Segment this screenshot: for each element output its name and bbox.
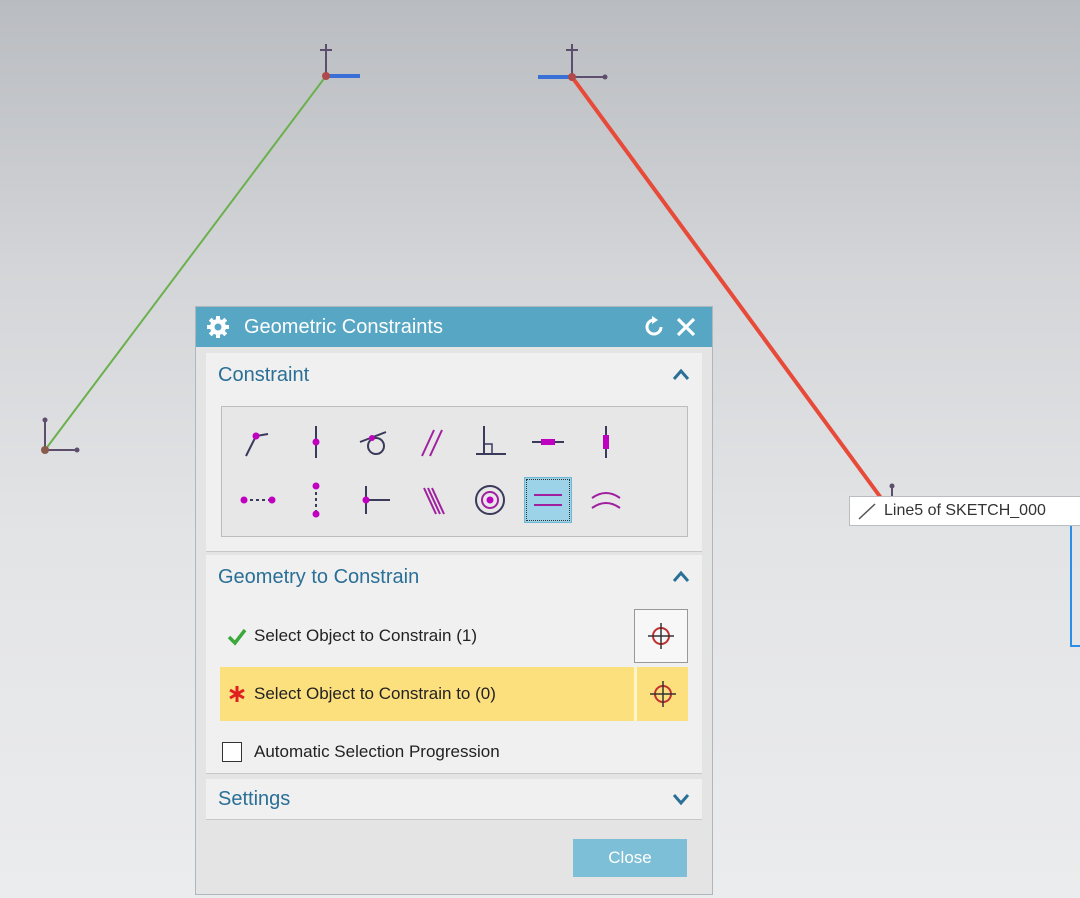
dialog-title: Geometric Constraints [244, 315, 443, 338]
select-target-label: Select Object to Constrain to (0) [254, 684, 496, 703]
gear-icon [206, 315, 230, 339]
midpoint-icon[interactable] [350, 477, 398, 523]
geometry-section-header[interactable]: Geometry to Constrain [206, 555, 702, 599]
checkmark-icon [220, 626, 254, 646]
asterisk-icon [220, 684, 254, 704]
tooltip-text: Line5 of SKETCH_000 [884, 502, 1046, 519]
auto-progression-label: Automatic Selection Progression [254, 742, 500, 761]
chevron-up-icon[interactable] [672, 568, 690, 586]
select-target-button[interactable] [634, 667, 688, 721]
settings-section-header[interactable]: Settings [206, 779, 702, 819]
crosshair-icon [648, 623, 674, 649]
parallel-icon[interactable] [408, 419, 456, 465]
constraint-section-header[interactable]: Constraint [206, 353, 702, 397]
close-icon[interactable] [674, 315, 698, 339]
collinear-icon[interactable] [408, 477, 456, 523]
chevron-up-icon[interactable] [672, 366, 690, 384]
geometry-section-label: Geometry to Constrain [218, 565, 420, 588]
selected-geometry-edge [1070, 525, 1080, 647]
tangent-icon[interactable] [350, 419, 398, 465]
line-icon [858, 503, 876, 520]
constraint-section-label: Constraint [218, 363, 310, 386]
geometric-constraints-dialog: Geometric Constraints Constraint Geometr… [195, 306, 713, 895]
select-target-row[interactable]: Select Object to Constrain to (0) [220, 667, 688, 721]
close-button[interactable]: Close [573, 839, 687, 877]
endpoint-triad-2 [538, 44, 608, 81]
concentric-icon[interactable] [466, 477, 514, 523]
equal-length-icon[interactable] [524, 477, 572, 523]
select-object-row[interactable]: Select Object to Constrain (1) [220, 609, 688, 663]
selection-tooltip: Line5 of SKETCH_000 [849, 496, 1080, 526]
endpoint-triad-3 [41, 417, 80, 454]
endpoint-triad-1 [320, 44, 360, 80]
auto-progression-checkbox[interactable] [222, 742, 242, 762]
auto-progression-row: Automatic Selection Progression [220, 740, 500, 764]
settings-section-label: Settings [218, 787, 291, 810]
select-object-target-button[interactable] [634, 609, 688, 663]
chevron-down-icon[interactable] [672, 790, 690, 808]
settings-section: Settings [206, 779, 702, 820]
crosshair-icon [649, 681, 676, 707]
reset-icon[interactable] [642, 315, 666, 339]
constraint-section: Constraint [206, 353, 702, 552]
equal-radius-icon[interactable] [582, 477, 630, 523]
vertical-icon[interactable] [582, 419, 630, 465]
point-on-curve-icon[interactable] [292, 419, 340, 465]
horizontal-icon[interactable] [524, 419, 572, 465]
select-object-label: Select Object to Constrain (1) [254, 626, 477, 645]
coincident-icon[interactable] [234, 419, 282, 465]
dialog-titlebar[interactable]: Geometric Constraints [196, 307, 712, 347]
geometry-section: Geometry to Constrain Select Object to C… [206, 555, 702, 774]
constraint-palette [221, 406, 688, 537]
vertical-alignment-icon[interactable] [292, 477, 340, 523]
horizontal-alignment-icon[interactable] [234, 477, 282, 523]
perpendicular-icon[interactable] [466, 419, 514, 465]
